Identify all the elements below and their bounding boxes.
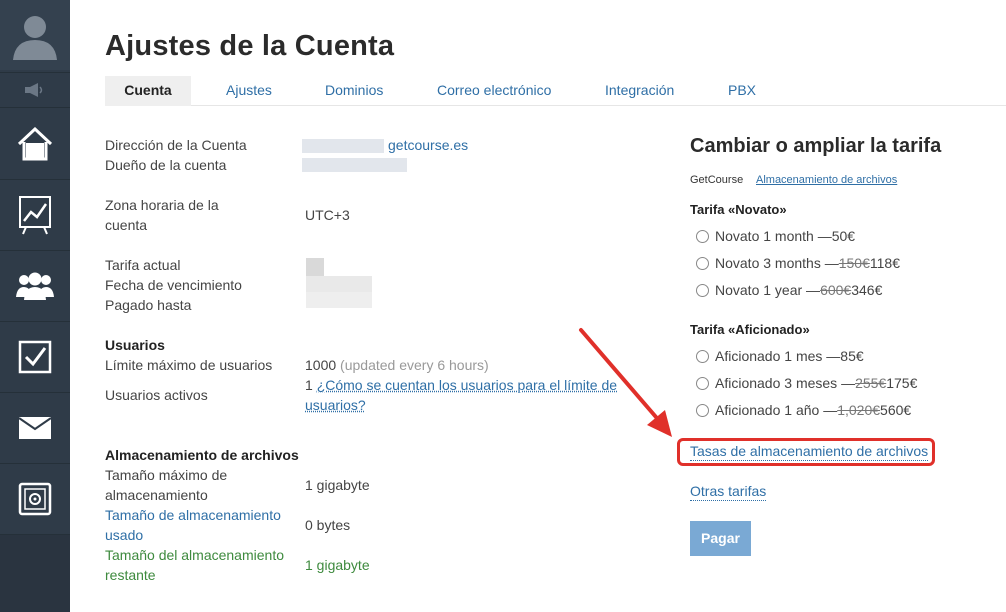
expiry-label: Fecha de vencimiento — [105, 277, 242, 293]
radio-aficionado-1-ano[interactable]: Aficionado 1 año — 1,020€ 560€ — [696, 401, 911, 419]
aficionado-heading: Tarifa «Aficionado» — [690, 322, 810, 337]
tariff-panel-title: Cambiar o ampliar la tarifa — [690, 135, 942, 157]
account-address-domain[interactable]: getcourse.es — [388, 135, 468, 155]
users-max-number: 1000 — [305, 357, 337, 373]
users-max-note: (updated every 6 hours) — [340, 357, 489, 373]
storage-heading: Almacenamiento de archivos — [105, 447, 299, 463]
option-label: Aficionado 1 mes — — [715, 348, 841, 364]
redacted-expiry — [306, 276, 372, 292]
option-label: Aficionado 3 meses — — [715, 375, 856, 391]
radio-button[interactable] — [696, 229, 709, 243]
tab-integracion[interactable]: Integración — [605, 76, 674, 106]
sidebar-item-reports[interactable] — [0, 180, 70, 251]
storage-remaining-label-line1: Tamaño del almacenamiento — [105, 547, 284, 563]
tab-pbx[interactable]: PBX — [728, 76, 756, 106]
radio-button[interactable] — [696, 376, 709, 390]
storage-max-label-line2: almacenamiento — [105, 487, 208, 503]
sidebar-item-users[interactable] — [0, 251, 70, 322]
redacted-address — [302, 139, 384, 153]
page-title: Ajustes de la Cuenta — [105, 30, 395, 62]
tab-cuenta[interactable]: Cuenta — [105, 76, 191, 106]
sidebar-item-storage[interactable] — [0, 464, 70, 535]
sidebar-item-mail[interactable] — [0, 393, 70, 464]
storage-used-value: 0 bytes — [305, 517, 351, 533]
users-active-value: 1 ¿Cómo se cuentan los usuarios para el … — [305, 375, 617, 395]
announcements-item[interactable] — [0, 72, 70, 108]
redacted-tariff — [306, 258, 324, 276]
option-label: Novato 3 months — — [715, 255, 839, 271]
option-old-price: 600€ — [820, 282, 852, 298]
pay-button[interactable]: Pagar — [690, 521, 751, 556]
sidebar — [0, 0, 70, 612]
account-address-label: Dirección de la Cuenta — [105, 137, 247, 153]
radio-aficionado-3-meses[interactable]: Aficionado 3 meses — 255€ 175€ — [696, 374, 917, 392]
storage-remaining-value: 1 gigabyte — [305, 557, 370, 573]
tab-correo[interactable]: Correo electrónico — [437, 76, 551, 106]
redacted-paid — [306, 292, 372, 308]
storage-max-value: 1 gigabyte — [305, 477, 370, 493]
option-label: Aficionado 1 año — — [715, 402, 838, 418]
tab-ajustes[interactable]: Ajustes — [226, 76, 272, 106]
novato-heading: Tarifa «Novato» — [690, 202, 787, 217]
tariff-filter-getcourse[interactable]: GetCourse — [690, 174, 743, 186]
timezone-label-line2: cuenta — [105, 217, 148, 233]
option-label: Novato 1 year — — [715, 282, 821, 298]
tab-dominios[interactable]: Dominios — [325, 76, 383, 106]
safe-icon — [18, 482, 52, 516]
timezone-label-line1: Zona horaria de la — [105, 197, 219, 213]
option-old-price: 1,020€ — [837, 402, 881, 418]
home-icon — [17, 126, 53, 161]
storage-used-label-line1: Tamaño de almacenamiento — [105, 507, 281, 523]
storage-remaining-label-line2: restante — [105, 567, 156, 583]
paid-until-label: Pagado hasta — [105, 297, 192, 313]
storage-max-label-line1: Tamaño máximo de — [105, 467, 228, 483]
speaker-icon — [25, 83, 43, 97]
radio-button[interactable] — [696, 283, 709, 297]
option-old-price: 150€ — [838, 255, 870, 271]
tariff-label: Tarifa actual — [105, 257, 181, 273]
chart-icon — [19, 196, 51, 235]
storage-used-label-line2: usado — [105, 527, 144, 543]
highlight-annotation — [677, 438, 935, 466]
redacted-owner — [302, 158, 407, 172]
option-price: 175€ — [886, 375, 918, 391]
radio-button[interactable] — [696, 349, 709, 363]
users-count-help-link-line2-wrap: usuarios? — [305, 395, 366, 415]
timezone-value: UTC+3 — [305, 207, 350, 223]
users-icon — [16, 272, 54, 300]
option-old-price: 255€ — [855, 375, 887, 391]
mail-icon — [18, 417, 52, 439]
users-max-label: Límite máximo de usuarios — [105, 357, 273, 373]
account-owner-label: Dueño de la cuenta — [105, 157, 227, 173]
radio-novato-3-months[interactable]: Novato 3 months — 150€ 118€ — [696, 254, 900, 272]
option-price: 50€ — [831, 228, 856, 244]
radio-novato-1-month[interactable]: Novato 1 month — 50€ — [696, 227, 855, 245]
option-label: Novato 1 month — — [715, 228, 832, 244]
radio-button[interactable] — [696, 403, 709, 417]
sidebar-item-home[interactable] — [0, 109, 70, 180]
radio-button[interactable] — [696, 256, 709, 270]
option-price: 346€ — [851, 282, 883, 298]
radio-novato-1-year[interactable]: Novato 1 year — 600€ 346€ — [696, 281, 882, 299]
radio-aficionado-1-mes[interactable]: Aficionado 1 mes — 85€ — [696, 347, 864, 365]
tariff-filter-storage[interactable]: Almacenamiento de archivos — [756, 174, 897, 186]
option-price: 560€ — [880, 402, 912, 418]
users-active-number: 1 — [305, 377, 313, 393]
checkbox-icon — [18, 340, 52, 374]
sidebar-footer — [0, 535, 70, 612]
users-max-value: 1000 (updated every 6 hours) — [305, 355, 489, 375]
users-count-help-link[interactable]: ¿Cómo se cuentan los usuarios para el lí… — [317, 377, 617, 393]
users-active-label: Usuarios activos — [105, 387, 208, 403]
sidebar-item-tasks[interactable] — [0, 322, 70, 393]
tab-bar: Cuenta Ajustes Dominios Correo electróni… — [105, 76, 1006, 106]
option-price: 85€ — [840, 348, 864, 364]
avatar[interactable] — [0, 0, 70, 70]
option-price: 118€ — [869, 255, 900, 271]
users-heading: Usuarios — [105, 337, 165, 353]
users-count-help-link-line2[interactable]: usuarios? — [305, 397, 366, 413]
other-tariffs-link[interactable]: Otras tarifas — [690, 483, 767, 501]
user-avatar-icon — [13, 16, 57, 60]
